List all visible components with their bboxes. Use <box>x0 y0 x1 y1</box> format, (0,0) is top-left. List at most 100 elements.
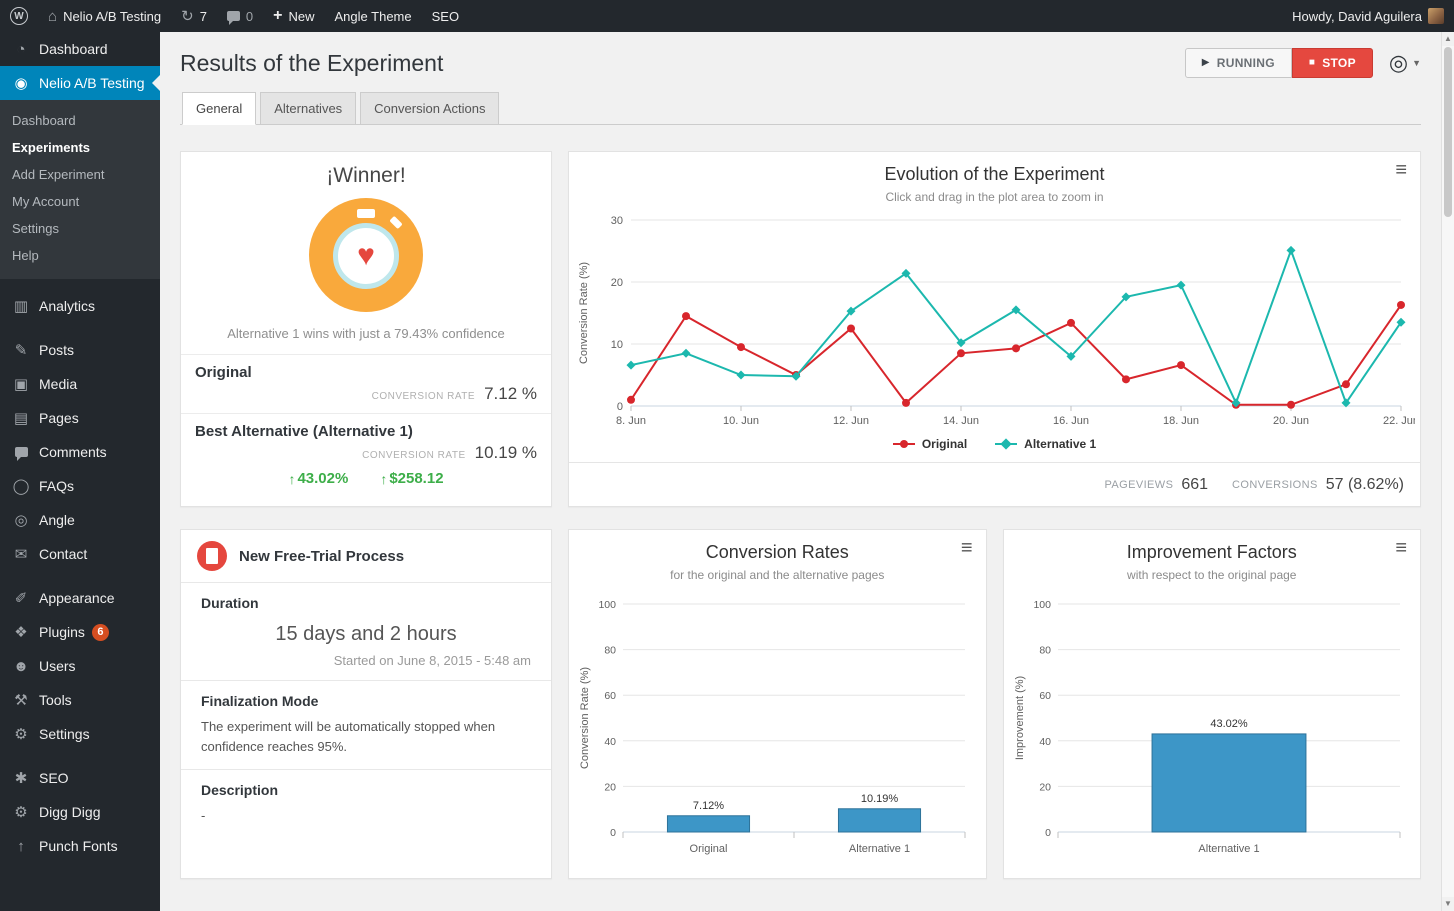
new-label: New <box>289 9 315 24</box>
conversions-value: 57 (8.62%) <box>1326 476 1404 494</box>
vertical-scrollbar[interactable]: ▲ ▼ <box>1441 32 1454 911</box>
best-conversion-rate: 10.19 % <box>475 443 537 463</box>
sidebar-separator <box>0 571 160 581</box>
posts-icon: ✎ <box>10 343 32 358</box>
tab-alternatives[interactable]: Alternatives <box>260 92 356 125</box>
original-rate-block: Original CONVERSION RATE 7.12 % <box>181 355 551 414</box>
svg-text:100: 100 <box>1033 599 1051 611</box>
sidebar-item-contact[interactable]: ✉ Contact <box>0 537 160 571</box>
sidebar-item-appearance[interactable]: ✐ Appearance <box>0 581 160 615</box>
seo-icon: ✱ <box>10 771 32 786</box>
updates-indicator[interactable]: ↻ 7 <box>171 0 217 32</box>
conversion-rates-card: ≡ Conversion Rates for the original and … <box>568 529 987 879</box>
sidebar-item-users[interactable]: ☻ Users <box>0 649 160 683</box>
legend-item-alternative-1[interactable]: Alternative 1 <box>995 437 1096 451</box>
tab-general[interactable]: General <box>182 92 256 125</box>
sidebar-item-seo[interactable]: ✱ SEO <box>0 761 160 795</box>
sidebar-item-angle[interactable]: ◎ Angle <box>0 503 160 537</box>
experiment-info-card: New Free-Trial Process Duration 15 days … <box>180 529 552 879</box>
sidebar-item-analytics[interactable]: ▥ Analytics <box>0 289 160 323</box>
sidebar-item-plugins[interactable]: ❖ Plugins 6 <box>0 615 160 649</box>
nelio-icon: ◉ <box>10 76 32 91</box>
sidebar-item-dashboard[interactable]: ◔ Dashboard <box>0 32 160 66</box>
stop-button[interactable]: ■ STOP <box>1292 48 1373 78</box>
sidebar-item-comments[interactable]: Comments <box>0 435 160 469</box>
evolution-line-chart[interactable]: 01020308. Jun10. Jun12. Jun14. Jun16. Ju… <box>575 208 1415 432</box>
comments-indicator[interactable]: 0 <box>217 0 263 32</box>
running-button[interactable]: ▶ RUNNING <box>1185 48 1292 78</box>
sidebar-item-media[interactable]: ▣ Media <box>0 367 160 401</box>
wordpress-logo-icon: W <box>10 7 28 25</box>
original-label: Original <box>195 364 537 381</box>
submenu-item-experiments[interactable]: Experiments <box>0 134 160 161</box>
media-icon: ▣ <box>10 377 32 392</box>
svg-text:18. Jun: 18. Jun <box>1162 415 1198 427</box>
original-conversion-rate: 7.12 % <box>484 384 537 404</box>
scrollbar-thumb[interactable] <box>1444 47 1452 217</box>
stopwatch-face: ♥ <box>333 223 399 289</box>
sidebar-separator <box>0 279 160 289</box>
seo-admin-menu[interactable]: SEO <box>422 0 469 32</box>
plus-icon: + <box>273 7 282 25</box>
sidebar-item-tools[interactable]: ⚒ Tools <box>0 683 160 717</box>
scroll-up-arrow[interactable]: ▲ <box>1442 32 1454 46</box>
sidebar-item-label: Pages <box>39 409 79 427</box>
pages-icon: ▤ <box>10 411 32 426</box>
wordpress-menu[interactable]: W <box>0 0 38 32</box>
sidebar-item-posts[interactable]: ✎ Posts <box>0 333 160 367</box>
svg-text:Alternative 1: Alternative 1 <box>1198 843 1259 855</box>
evolution-title: Evolution of the Experiment <box>609 164 1380 185</box>
chart-menu-icon[interactable]: ≡ <box>961 538 973 558</box>
sidebar-item-pages[interactable]: ▤ Pages <box>0 401 160 435</box>
plugins-update-badge: 6 <box>92 624 109 641</box>
sidebar-item-punch-fonts[interactable]: ↑ Punch Fonts <box>0 829 160 863</box>
chart-menu-icon[interactable]: ≡ <box>1395 538 1407 558</box>
svg-text:Improvement (%): Improvement (%) <box>1014 676 1026 760</box>
original-series-marker <box>893 439 915 449</box>
improvement-factors-bar-chart[interactable]: 020406080100Improvement (%)43.02%Alterna… <box>1012 588 1412 862</box>
sidebar-item-digg-digg[interactable]: ⚙ Digg Digg <box>0 795 160 829</box>
users-icon: ☻ <box>10 659 32 674</box>
site-name: Nelio A/B Testing <box>63 9 161 24</box>
plugins-icon: ❖ <box>10 625 32 640</box>
chart-menu-icon[interactable]: ≡ <box>1395 160 1407 180</box>
svg-text:10. Jun: 10. Jun <box>722 415 758 427</box>
svg-text:22. Jun: 22. Jun <box>1382 415 1414 427</box>
stopwatch-nub <box>389 216 402 229</box>
improvement-value: 43.02% <box>297 470 348 487</box>
pageviews-value: 661 <box>1181 476 1208 494</box>
revenue-gain: ↑ $258.12 <box>380 470 443 487</box>
sidebar-item-label: Tools <box>39 691 72 709</box>
evolution-card: ≡ Evolution of the Experiment Click and … <box>568 151 1421 507</box>
conversion-rate-line: CONVERSION RATE 10.19 % <box>195 443 537 463</box>
submenu-item-settings[interactable]: Settings <box>0 215 160 242</box>
theme-menu[interactable]: Angle Theme <box>325 0 422 32</box>
svg-text:0: 0 <box>616 401 622 413</box>
heart-icon: ♥ <box>357 241 375 271</box>
new-content-button[interactable]: + New <box>263 0 324 32</box>
sidebar-item-settings[interactable]: ⚙ Settings <box>0 717 160 751</box>
site-link[interactable]: ⌂ Nelio A/B Testing <box>38 0 171 32</box>
updates-icon: ↻ <box>181 9 194 24</box>
submenu-item-dashboard[interactable]: Dashboard <box>0 107 160 134</box>
pageviews-label: PAGEVIEWS <box>1105 479 1174 491</box>
sidebar-item-nelio-ab-testing[interactable]: ◉ Nelio A/B Testing <box>0 66 160 100</box>
sidebar-item-faqs[interactable]: ◯ FAQs <box>0 469 160 503</box>
scroll-down-arrow[interactable]: ▼ <box>1442 897 1454 911</box>
header-actions: ▶ RUNNING ■ STOP ◎ ▼ <box>1185 48 1421 78</box>
sidebar-item-label: Comments <box>39 443 107 461</box>
experiment-stats-footer: PAGEVIEWS 661 CONVERSIONS 57 (8.62%) <box>569 462 1420 506</box>
submenu-item-add-experiment[interactable]: Add Experiment <box>0 161 160 188</box>
chart-legend: Original Alternative 1 <box>569 432 1420 456</box>
description-label: Description <box>201 782 531 798</box>
submenu-item-help[interactable]: Help <box>0 242 160 269</box>
submenu-item-my-account[interactable]: My Account <box>0 188 160 215</box>
description-value: - <box>201 806 531 826</box>
experiment-options-button[interactable]: ◎ ▼ <box>1389 52 1421 74</box>
user-avatar[interactable] <box>1428 8 1444 24</box>
conversion-rates-bar-chart[interactable]: 020406080100Conversion Rate (%)7.12%Orig… <box>577 588 977 862</box>
tab-conversion-actions[interactable]: Conversion Actions <box>360 92 499 125</box>
sidebar-separator <box>0 751 160 761</box>
legend-item-original[interactable]: Original <box>893 437 967 451</box>
account-menu[interactable]: Howdy, David Aguilera <box>1282 0 1454 32</box>
